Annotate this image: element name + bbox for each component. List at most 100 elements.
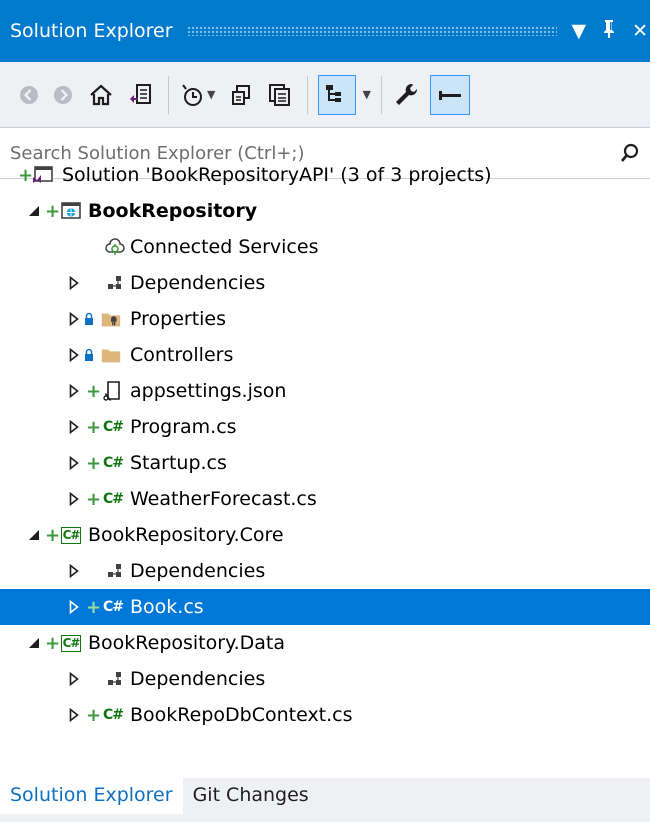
home-button[interactable] xyxy=(88,75,114,115)
project-label: BookRepository.Data xyxy=(88,632,286,654)
add-icon: + xyxy=(86,380,102,402)
item-label: Controllers xyxy=(130,344,234,366)
forward-icon xyxy=(54,85,72,104)
tree-item-project-bookrepository-data[interactable]: + C# BookRepository.Data xyxy=(0,625,650,661)
forward-button[interactable] xyxy=(52,75,74,115)
expand-icon[interactable] xyxy=(66,707,82,723)
switch-views-button[interactable] xyxy=(128,75,154,115)
preview-selected-items-button[interactable] xyxy=(429,74,470,115)
tree-item-program-cs[interactable]: + C# Program.cs xyxy=(0,409,650,445)
expand-icon[interactable] xyxy=(66,347,82,363)
sync-with-active-document-button[interactable] xyxy=(229,75,253,115)
csharp-file-icon: C# xyxy=(102,599,124,615)
tab-solution-explorer[interactable]: Solution Explorer xyxy=(0,778,183,814)
show-all-files-icon xyxy=(326,84,342,102)
dependencies-icon xyxy=(104,668,126,690)
add-icon: + xyxy=(86,416,102,438)
add-icon: + xyxy=(86,452,102,474)
item-label: Dependencies xyxy=(130,560,266,582)
tree-item-dependencies[interactable]: Dependencies xyxy=(0,661,650,697)
expand-icon[interactable] xyxy=(66,455,82,471)
tree-item-bookrepodbcontext-cs[interactable]: + C# BookRepoDbContext.cs xyxy=(0,697,650,733)
toolbar-separator xyxy=(307,75,309,114)
bottom-tab-strip: Solution Explorer Git Changes xyxy=(0,778,650,822)
pending-changes-filter-button[interactable]: ▼ xyxy=(179,75,215,115)
item-label: Book.cs xyxy=(130,596,204,618)
tree-item-solution[interactable]: + Solution 'BookRepositoryAPI' (3 of 3 p… xyxy=(0,157,650,193)
properties-button[interactable] xyxy=(392,75,420,115)
item-label: Connected Services xyxy=(130,236,319,258)
tree-item-properties[interactable]: Properties xyxy=(0,301,650,337)
csharp-project-icon: C# xyxy=(60,634,82,652)
expand-icon[interactable] xyxy=(66,491,82,507)
add-icon: + xyxy=(86,488,102,510)
json-file-icon xyxy=(102,380,124,402)
collapse-icon[interactable] xyxy=(26,527,42,543)
tree-item-connected-services[interactable]: Connected Services xyxy=(0,229,650,265)
csharp-project-icon: C# xyxy=(60,526,82,544)
expand-icon[interactable] xyxy=(66,563,82,579)
collapse-all-icon xyxy=(269,83,291,106)
preview-pane-icon xyxy=(438,90,461,100)
tree-item-dependencies[interactable]: Dependencies xyxy=(0,553,650,589)
item-label: Startup.cs xyxy=(130,452,227,474)
collapse-icon[interactable] xyxy=(26,635,42,651)
web-project-icon xyxy=(60,200,82,222)
project-label: BookRepository.Core xyxy=(88,524,284,546)
close-icon[interactable]: ✕ xyxy=(632,20,648,42)
back-icon xyxy=(20,85,38,104)
properties-folder-icon xyxy=(100,308,122,330)
item-label: BookRepoDbContext.cs xyxy=(130,704,353,726)
tree-item-controllers[interactable]: Controllers xyxy=(0,337,650,373)
solution-icon xyxy=(32,164,54,186)
item-label: appsettings.json xyxy=(130,380,287,402)
lock-icon xyxy=(84,311,94,330)
expand-icon[interactable] xyxy=(66,599,82,615)
back-button[interactable] xyxy=(18,75,40,115)
tree-item-startup-cs[interactable]: + C# Startup.cs xyxy=(0,445,650,481)
expand-icon[interactable] xyxy=(66,671,82,687)
tree-item-book-cs[interactable]: + C# Book.cs xyxy=(0,589,650,625)
tree-item-dependencies[interactable]: Dependencies xyxy=(0,265,650,301)
expand-icon[interactable] xyxy=(66,275,82,291)
title-bar: Solution Explorer ▼ ✕ xyxy=(0,0,650,62)
title-grip[interactable] xyxy=(186,26,558,36)
collapse-icon[interactable] xyxy=(26,203,42,219)
tree-item-project-bookrepository[interactable]: + BookRepository xyxy=(0,193,650,229)
item-label: Dependencies xyxy=(130,272,266,294)
auto-hide-pin-icon[interactable] xyxy=(602,19,616,44)
tab-git-changes[interactable]: Git Changes xyxy=(183,778,319,814)
csharp-file-icon: C# xyxy=(102,419,124,435)
item-label: WeatherForecast.cs xyxy=(130,488,317,510)
tree-item-appsettings[interactable]: + appsettings.json xyxy=(0,373,650,409)
csharp-file-icon: C# xyxy=(102,491,124,507)
item-label: Program.cs xyxy=(130,416,237,438)
expand-icon[interactable] xyxy=(66,383,82,399)
toolbar-separator xyxy=(380,75,382,114)
tree-item-project-bookrepository-core[interactable]: + C# BookRepository.Core xyxy=(0,517,650,553)
add-icon: + xyxy=(45,524,61,546)
add-icon: + xyxy=(86,596,102,618)
add-icon: + xyxy=(45,632,61,654)
project-label: BookRepository xyxy=(88,200,258,222)
add-icon: + xyxy=(86,704,102,726)
expand-icon[interactable] xyxy=(66,419,82,435)
item-label: Properties xyxy=(130,308,227,330)
solution-label: Solution 'BookRepositoryAPI' (3 of 3 pro… xyxy=(62,164,492,186)
wrench-icon xyxy=(395,83,417,105)
csharp-file-icon: C# xyxy=(102,455,124,471)
window-position-dropdown[interactable]: ▼ xyxy=(571,20,586,42)
expand-icon[interactable] xyxy=(66,311,82,327)
chevron-down-icon[interactable]: ▼ xyxy=(362,88,370,101)
pending-changes-filter-icon xyxy=(182,83,202,106)
tree-item-weatherforecast-cs[interactable]: + C# WeatherForecast.cs xyxy=(0,481,650,517)
window-title: Solution Explorer xyxy=(10,20,173,42)
folder-icon xyxy=(100,344,122,366)
show-all-files-button[interactable] xyxy=(318,74,357,115)
item-label: Dependencies xyxy=(130,668,266,690)
add-icon: + xyxy=(45,200,61,222)
home-icon xyxy=(90,84,112,105)
add-icon: + xyxy=(18,164,34,186)
collapse-all-button[interactable] xyxy=(267,75,293,115)
chevron-down-icon[interactable]: ▼ xyxy=(207,88,215,101)
